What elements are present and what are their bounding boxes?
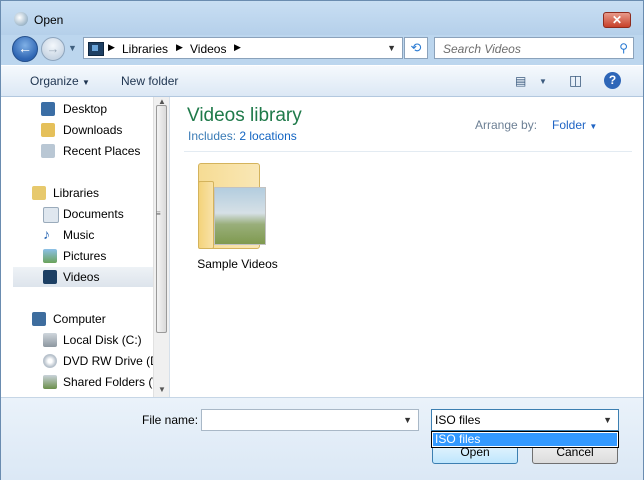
preview-pane-icon[interactable]: ◫ [569, 72, 582, 89]
navigation-scrollbar[interactable]: ▲ ≡ ▼ [153, 97, 169, 397]
desktop-icon [41, 102, 55, 116]
videos-icon [43, 270, 57, 284]
navigation-pane: Desktop Downloads Recent Places Librarie… [1, 97, 170, 397]
sidebar-item-label: Libraries [53, 186, 100, 200]
sidebar-item-label: Pictures [63, 249, 107, 263]
sidebar-item-recent-places[interactable]: Recent Places [1, 141, 153, 161]
sidebar-item-label: Documents [63, 207, 124, 221]
header-divider [184, 151, 632, 152]
view-options-arrow-icon[interactable]: ▼ [539, 77, 547, 86]
sidebar-item-label: Computer [53, 312, 106, 326]
breadcrumb-libraries[interactable]: Libraries [122, 42, 168, 56]
file-type-dropdown-icon[interactable]: ▼ [603, 415, 612, 425]
folder-preview-image [214, 187, 266, 245]
sidebar-item-music[interactable]: ♪ Music [1, 225, 153, 245]
search-input[interactable] [441, 40, 613, 58]
arrange-by-value: Folder [552, 118, 587, 132]
breadcrumb-videos[interactable]: Videos [190, 42, 226, 56]
local-disk-icon [43, 333, 57, 347]
address-bar[interactable]: ▶ Libraries ▶ Videos ▶ ▼ [83, 37, 403, 59]
organize-button[interactable]: Organize ▼ [30, 74, 90, 88]
refresh-button[interactable]: ⟲ [404, 37, 428, 59]
organize-arrow-icon: ▼ [82, 78, 90, 87]
sidebar-item-computer[interactable]: Computer [1, 309, 153, 329]
folder-front [198, 181, 214, 249]
sidebar-item-label: Desktop [63, 102, 108, 116]
library-title: Videos library [187, 105, 302, 126]
sidebar-item-desktop[interactable]: Desktop [1, 99, 153, 119]
shared-folders-icon [43, 375, 57, 389]
scrollbar-thumb[interactable] [156, 105, 167, 333]
sidebar-item-label: Recent Places [63, 144, 141, 158]
arrange-by-dropdown[interactable]: Folder ▼ [552, 118, 597, 132]
sidebar-item-pictures[interactable]: Pictures [1, 246, 153, 266]
sidebar-item-label: DVD RW Drive (D [63, 354, 153, 368]
videos-folder-icon [88, 42, 104, 56]
sample-videos-folder-icon[interactable] [198, 159, 266, 249]
file-type-selected: ISO files [435, 413, 481, 427]
dvd-drive-icon [43, 354, 57, 368]
file-type-option[interactable]: ISO files [433, 433, 617, 446]
recent-pages-dropdown-icon[interactable]: ▼ [68, 43, 77, 53]
file-name-label: File name: [142, 413, 199, 427]
file-name-field[interactable]: ▼ [201, 409, 419, 431]
organize-label: Organize [30, 74, 79, 88]
downloads-icon [41, 123, 55, 137]
window-title: Open [34, 13, 64, 27]
title-bar: Open ✕ [1, 1, 643, 35]
close-button[interactable]: ✕ [603, 12, 631, 28]
change-view-icon[interactable]: ▤ [515, 74, 526, 88]
sidebar-item-local-disk[interactable]: Local Disk (C:) [1, 330, 153, 350]
sidebar-item-label: Downloads [63, 123, 123, 137]
library-includes: Includes: 2 locations [188, 129, 297, 143]
sidebar-item-label: Local Disk (C:) [63, 333, 142, 347]
sidebar-item-shared-folders[interactable]: Shared Folders (\ [1, 372, 153, 392]
scroll-down-icon[interactable]: ▼ [158, 385, 166, 394]
address-dropdown-icon[interactable]: ▼ [387, 43, 396, 53]
command-bar: Organize ▼ New folder ▤ ▼ ◫ ? [1, 65, 643, 97]
sidebar-item-documents[interactable]: Documents [1, 204, 153, 224]
dialog-footer: File name: ▼ ISO files ▼ Open Cancel ISO… [1, 397, 643, 480]
locations-link[interactable]: 2 locations [239, 129, 296, 143]
libraries-icon [32, 186, 46, 200]
open-dialog: Open ✕ ← → ▼ ▶ Libraries ▶ Videos ▶ ▼ ⟲ … [0, 0, 644, 480]
arrange-by-label: Arrange by: [475, 118, 538, 132]
navigation-bar: ← → ▼ ▶ Libraries ▶ Videos ▶ ▼ ⟲ ⚲ [1, 35, 643, 63]
sidebar-item-videos[interactable]: Videos [13, 267, 153, 287]
back-button[interactable]: ← [12, 36, 38, 62]
sidebar-item-downloads[interactable]: Downloads [1, 120, 153, 140]
sidebar-item-libraries[interactable]: Libraries [1, 183, 153, 203]
sidebar-item-label: Music [63, 228, 95, 242]
scrollbar-grip-icon: ≡ [156, 209, 161, 218]
file-type-options-list: ISO files [431, 431, 619, 448]
documents-icon [43, 207, 59, 223]
breadcrumb-separator-icon[interactable]: ▶ [176, 42, 183, 53]
sidebar-item-label: Videos [63, 270, 100, 284]
search-icon[interactable]: ⚲ [619, 41, 628, 55]
includes-label: Includes: [188, 129, 237, 143]
app-icon [14, 12, 28, 26]
file-type-select[interactable]: ISO files ▼ [431, 409, 619, 431]
file-name-dropdown-icon[interactable]: ▼ [403, 415, 412, 425]
file-list-pane: Videos library Includes: 2 locations Arr… [170, 97, 643, 397]
breadcrumb-separator-icon[interactable]: ▶ [234, 42, 241, 53]
breadcrumb-separator-icon[interactable]: ▶ [108, 42, 115, 53]
recent-places-icon [41, 144, 55, 158]
pictures-icon [43, 249, 57, 263]
arrange-arrow-icon: ▼ [589, 122, 598, 131]
sidebar-item-label: Shared Folders (\ [63, 375, 153, 389]
new-folder-button[interactable]: New folder [121, 74, 178, 88]
forward-button[interactable]: → [41, 37, 65, 61]
sidebar-item-dvd-drive[interactable]: DVD RW Drive (D [1, 351, 153, 371]
help-icon[interactable]: ? [604, 72, 621, 89]
computer-icon [32, 312, 46, 326]
folder-label[interactable]: Sample Videos [170, 257, 305, 271]
music-icon: ♪ [43, 226, 50, 242]
search-box[interactable]: ⚲ [434, 37, 634, 59]
